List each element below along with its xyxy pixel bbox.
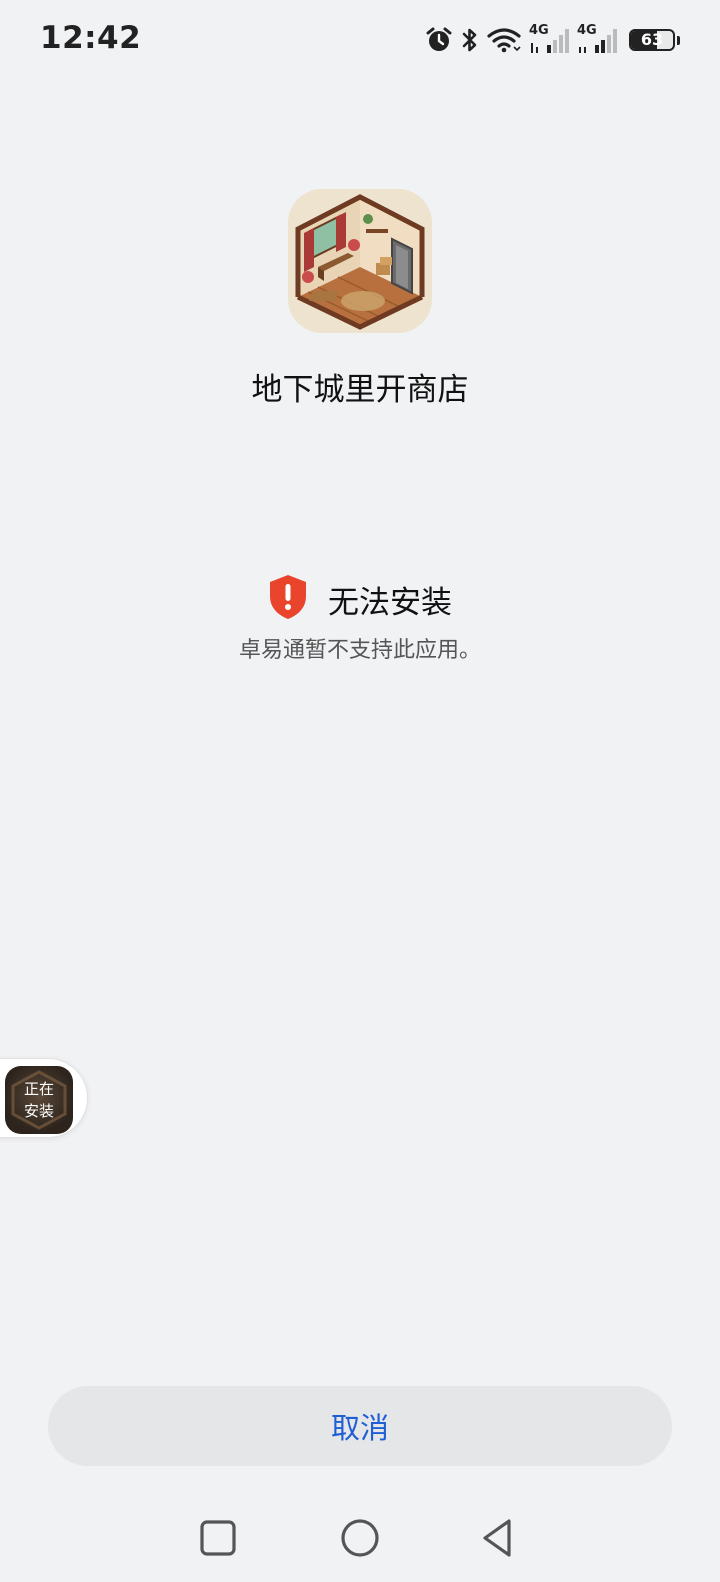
home-button[interactable] <box>330 1510 390 1570</box>
signal-4g-icon: 4G <box>577 23 617 55</box>
battery-cap <box>677 35 680 45</box>
wifi-icon <box>487 26 521 54</box>
signal-4g-icon: 4G <box>529 23 569 55</box>
recents-square-icon <box>198 1518 238 1562</box>
status-icons: 4G 4G 63 <box>425 23 680 57</box>
back-triangle-icon <box>478 1517 518 1563</box>
installing-line-1: 正在 <box>23 1080 54 1098</box>
room-game-icon <box>288 189 432 333</box>
error-row: 无法安装 <box>0 574 720 624</box>
battery: 63 <box>629 29 675 51</box>
installing-text: 正在 安装 <box>5 1066 73 1134</box>
app-name: 地下城里开商店 <box>251 372 469 408</box>
error-title: 无法安装 <box>328 584 452 621</box>
alarm-icon <box>425 26 453 54</box>
status-bar: 12:42 4G 4G 63 <box>0 0 720 80</box>
status-time: 12:42 <box>40 20 142 56</box>
recents-button[interactable] <box>188 1510 248 1570</box>
home-circle-icon <box>339 1517 381 1563</box>
installing-floating-bubble[interactable]: 正在 安装 <box>0 1058 88 1138</box>
navigation-bar <box>0 1510 720 1570</box>
back-button[interactable] <box>468 1510 528 1570</box>
battery-icon: 63 <box>629 29 680 51</box>
shield-alert-icon <box>268 574 308 624</box>
bluetooth-icon <box>461 26 479 54</box>
installing-badge[interactable]: 正在 安装 <box>5 1066 73 1134</box>
battery-level: 63 <box>640 30 664 49</box>
error-message: 卓易通暂不支持此应用。 <box>238 638 481 663</box>
cancel-button[interactable]: 取消 <box>48 1386 672 1466</box>
installing-line-2: 安装 <box>23 1102 54 1120</box>
